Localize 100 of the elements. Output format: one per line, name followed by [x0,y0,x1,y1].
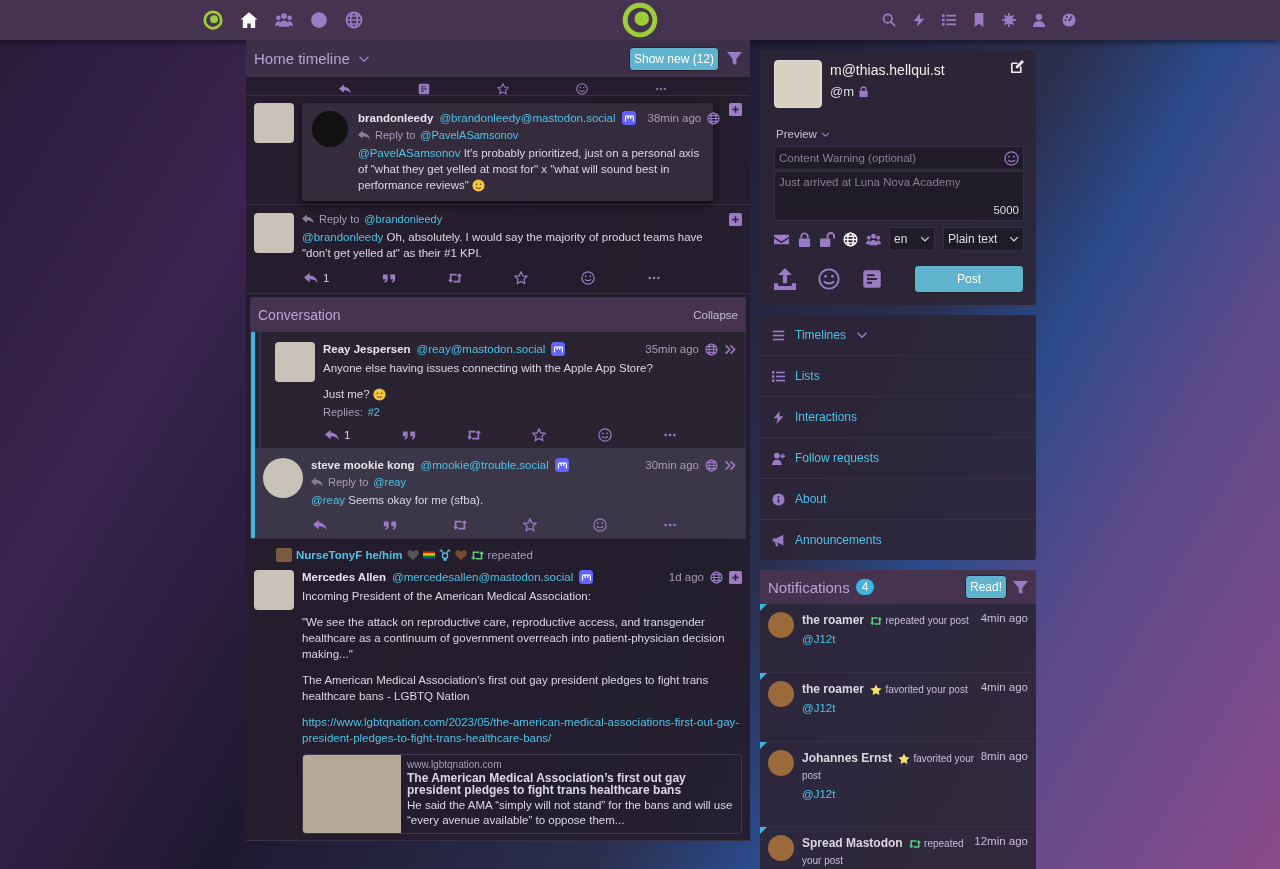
timestamp[interactable]: 1d ago [668,571,704,583]
expand-icon[interactable] [724,458,737,472]
content-warning-field[interactable]: Content Warning (optional) [774,146,1024,170]
reply-icon[interactable] [339,83,352,95]
handle-link[interactable]: @reay@mastodon.social [416,343,546,355]
bookmark-icon[interactable] [972,13,986,27]
star-icon[interactable] [532,428,547,442]
avatar-placeholder [768,835,794,861]
emoji-reaction-icon[interactable] [580,271,595,285]
mention-link[interactable]: @J12t [802,633,836,645]
emoji-icon[interactable] [818,268,840,290]
menu-item[interactable]: Timelines [760,315,1036,356]
boost-icon[interactable] [467,428,482,442]
notifications-title: Notifications [768,578,850,596]
star-icon[interactable] [514,271,529,285]
dashboard-icon[interactable] [1062,13,1076,27]
handle-link[interactable]: @mookie@trouble.social [420,459,549,471]
avatar-placeholder [768,750,794,776]
reply-icon[interactable] [313,518,327,532]
filter-icon[interactable] [1013,579,1028,595]
notification-item[interactable]: the roamer repeated your post 4min ago @J12t [760,604,1036,673]
menu-item[interactable]: Follow requests [760,438,1036,479]
timestamp[interactable]: 4min ago [980,612,1028,624]
search-icon[interactable] [882,13,896,27]
edit-icon[interactable] [1011,60,1024,73]
user-plus-icon [772,451,785,465]
timestamp[interactable]: 30min ago [645,459,699,471]
collapse-link[interactable]: Collapse [693,309,738,321]
boost-icon[interactable] [448,271,463,285]
logo-icon[interactable] [203,10,223,30]
mention-link[interactable]: @PavelASamsonov [420,129,519,141]
handle-link[interactable]: @mercedesallen@mastodon.social [391,571,574,583]
expand-icon[interactable] [724,342,737,356]
reply-icon[interactable] [325,428,339,442]
timestamp[interactable]: 12min ago [974,835,1028,847]
star-icon[interactable] [523,518,537,532]
link-preview-card[interactable] [302,754,742,834]
post-text: Just me? [323,386,737,402]
display-name[interactable]: Reay Jespersen [323,343,411,355]
timeline-title[interactable]: Home timeline [254,50,350,67]
timestamp[interactable]: 35min ago [645,343,699,355]
timestamp[interactable]: 38min ago [647,112,702,124]
mention-link[interactable]: @reay [373,476,406,488]
star-icon[interactable] [497,83,509,95]
visibility-followers-button[interactable] [866,231,881,247]
filter-icon[interactable] [727,51,742,66]
url-link[interactable]: https://www.lgbtqnation.com/2023/05/the-american-medical-associations-first-out-gay-president-pledges-to-fight-trans-healthcare-bans/ [302,714,742,746]
emoji-reaction-icon[interactable] [597,428,612,442]
timestamp[interactable]: 8min ago [980,750,1028,762]
display-name[interactable]: brandonleedy [358,112,434,124]
timestamp[interactable]: 4min ago [980,681,1028,693]
user-icon[interactable] [1032,13,1046,27]
mention-link[interactable]: @J12t [802,788,836,800]
boost-icon[interactable] [453,518,467,532]
menu-item[interactable]: Interactions [760,397,1036,438]
expand-icon[interactable] [729,570,742,584]
emoji-icon[interactable] [1004,150,1019,166]
post-text-input[interactable]: Just arrived at Luna Nova Academy [779,176,1019,204]
menu-item[interactable]: Announcements [760,520,1036,560]
list-icon[interactable] [942,13,956,27]
mention-link[interactable]: @reay [311,494,346,506]
menu-item[interactable]: Lists [760,356,1036,397]
reblogger-name[interactable]: NurseTonyF he/him [296,549,403,561]
logo-icon[interactable] [622,2,658,38]
mention-link[interactable]: @PavelASamsonov [358,147,461,159]
bolt-icon[interactable] [912,13,926,27]
mention-link[interactable]: @brandonleedy [302,231,384,243]
handle-link[interactable]: @brandonleedy@mastodon.social [439,112,616,124]
circle-icon[interactable] [310,11,328,29]
notification-item[interactable]: Johannes Ernst favorited your post 8min ago @J12t [760,742,1036,827]
post-text-field[interactable]: Just arrived at Luna Nova Academy 5000 [774,171,1024,221]
reply-link[interactable]: #2 [367,406,380,418]
visibility-private-button[interactable] [797,231,812,247]
mention-link[interactable]: @brandonleedy [364,213,443,225]
expand-icon[interactable] [729,103,742,116]
emoji-reaction-icon[interactable] [575,83,588,95]
content-warning-input[interactable]: Content Warning (optional) [779,152,1004,164]
emoji-reaction-icon[interactable] [593,518,607,532]
mention-link[interactable]: @J12t [802,702,836,714]
home-icon[interactable] [240,11,258,29]
post-card[interactable]: steve mookie kong @mookie@trouble.social 30min ago Reply to @reay @reay Seems okay for me (sfba). [255,448,745,538]
reply-icon[interactable] [304,271,318,285]
people-icon[interactable] [275,11,293,29]
globe-icon [707,111,721,125]
notification-item[interactable]: the roamer favorited your post 4min ago @J12t [760,673,1036,742]
upload-icon[interactable] [774,268,796,290]
globe-icon[interactable] [345,11,363,29]
expand-icon[interactable] [729,213,742,226]
menu-item[interactable]: About [760,479,1036,520]
preview-toggle[interactable]: Preview [776,128,817,140]
poll-icon[interactable] [862,269,882,289]
chevron-down-icon[interactable] [820,129,830,139]
language-select[interactable]: en [889,227,935,251]
notification-item[interactable]: Spread Mastodon repeated your post 12min ago [760,827,1036,869]
display-name[interactable]: Mercedes Allen [302,571,386,583]
format-select[interactable]: Plain text [943,227,1024,251]
visibility-unlisted-button[interactable] [820,231,835,247]
visibility-public-button[interactable] [843,231,858,247]
display-name[interactable]: steve mookie kong [311,459,415,471]
settings-icon[interactable] [1002,13,1016,27]
